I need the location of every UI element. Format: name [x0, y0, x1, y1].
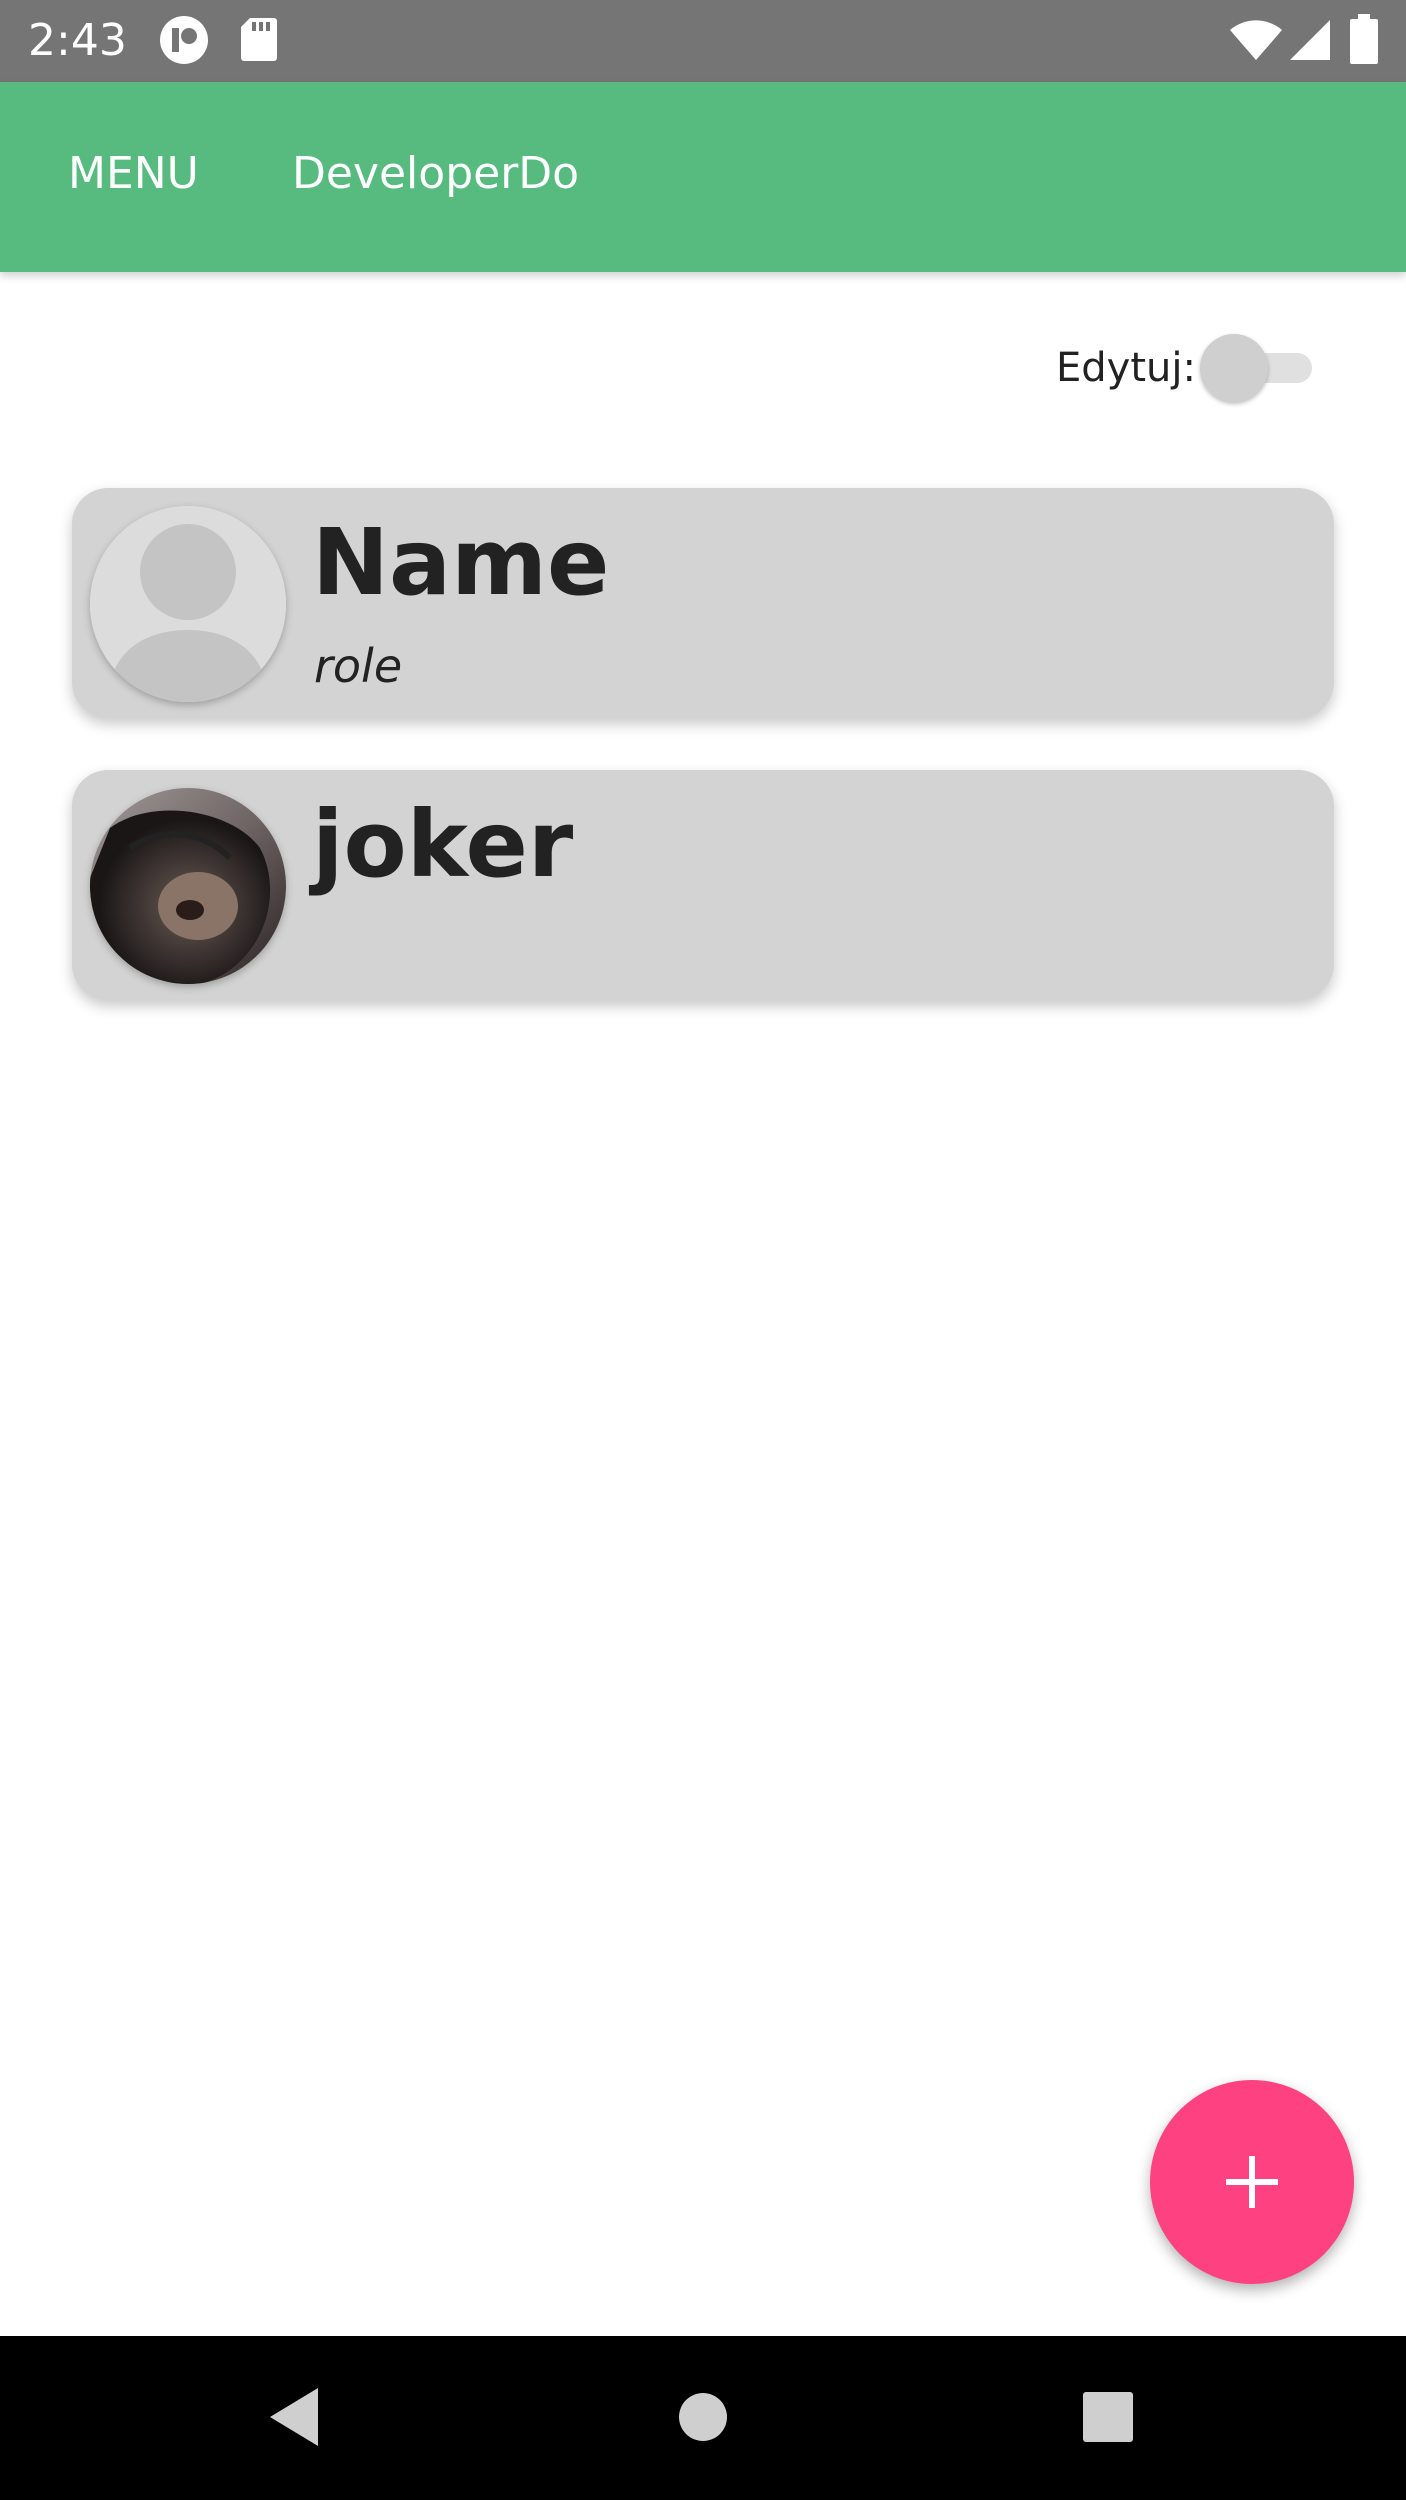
- edit-toggle[interactable]: [1200, 332, 1316, 402]
- home-icon[interactable]: [678, 2392, 728, 2446]
- developer-button[interactable]: DeveloperDo: [292, 134, 579, 214]
- item-role: role: [314, 639, 403, 693]
- navigation-bar: [0, 2336, 1406, 2500]
- back-icon[interactable]: [266, 2386, 322, 2452]
- status-time: 2:43: [28, 15, 127, 66]
- item-name: Name: [312, 509, 610, 616]
- add-button[interactable]: [1150, 2080, 1354, 2284]
- recents-icon[interactable]: [1083, 2392, 1133, 2446]
- default-avatar-icon: [90, 506, 286, 702]
- edit-label: Edytuj:: [1056, 345, 1196, 391]
- app-bar: MENU DeveloperDo: [0, 82, 1406, 272]
- wifi-icon: [1228, 18, 1284, 66]
- battery-icon: [1350, 14, 1378, 68]
- sd-card-icon: [240, 16, 278, 66]
- item-name: joker: [312, 791, 574, 898]
- avatar-photo: [90, 788, 286, 984]
- toggle-thumb: [1200, 334, 1268, 402]
- list-item[interactable]: joker: [72, 770, 1334, 1000]
- plus-icon: [1226, 2156, 1278, 2208]
- cellular-signal-icon: [1288, 18, 1332, 66]
- status-bar: 2:43: [0, 0, 1406, 82]
- list-item[interactable]: Name role: [72, 488, 1334, 718]
- menu-button[interactable]: MENU: [68, 134, 199, 214]
- notification-app-icon: [158, 14, 210, 70]
